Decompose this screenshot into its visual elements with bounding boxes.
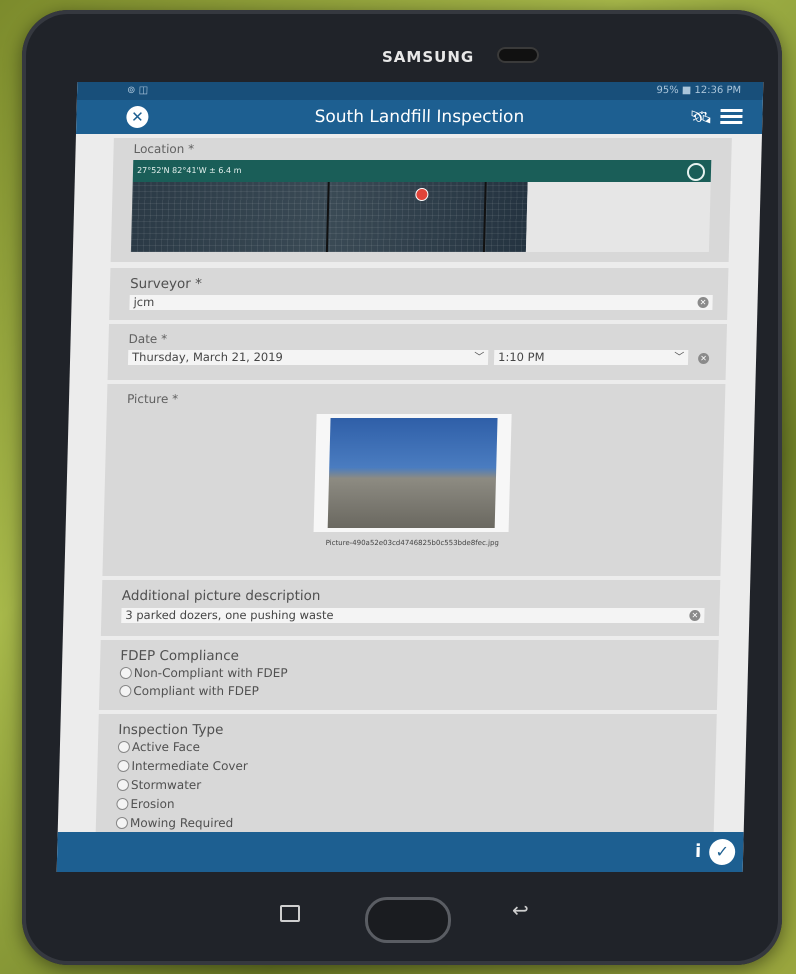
radio-option[interactable]: Active Face: [117, 740, 201, 754]
additional-description-section: Additional picture description 3 parked …: [100, 580, 721, 636]
radio-option-label: Active Face: [131, 740, 201, 754]
map-blank-area: [525, 182, 711, 252]
surveyor-section: Surveyor * jcm ✕: [109, 268, 729, 320]
chevron-down-icon: ﹀: [673, 352, 685, 363]
radio-icon[interactable]: [116, 779, 130, 791]
survey-form: Location * 27°52'N 82°41'W ± 6.4 m Surve…: [95, 134, 732, 854]
bottom-bar: i ✓: [56, 832, 744, 872]
date-section: Date * Thursday, March 21, 2019 ﹀ 1:10 P…: [107, 324, 728, 380]
radio-option-label: Mowing Required: [129, 816, 234, 830]
page-title: South Landfill Inspection: [314, 107, 525, 127]
title-bar: ✕ South Landfill Inspection 🛰: [75, 100, 763, 134]
back-icon[interactable]: ↩: [512, 898, 529, 922]
fdep-compliance-section: FDEP Compliance Non-Compliant with FDEP …: [98, 640, 719, 710]
picture-label: Picture *: [126, 392, 179, 406]
checkmark-icon[interactable]: ✓: [708, 839, 736, 865]
status-right-text: 95% ■ 12:36 PM: [656, 85, 742, 96]
radio-option-label: Intermediate Cover: [131, 759, 248, 773]
radio-option-label: Non-Compliant with FDEP: [133, 666, 288, 680]
radio-option[interactable]: Erosion: [116, 797, 175, 811]
picture-filename: Picture-490a52e03cd4746825b0c553bde8fec.…: [325, 539, 500, 547]
date-value: Thursday, March 21, 2019: [131, 350, 284, 364]
surveyor-input[interactable]: jcm ✕: [129, 295, 713, 310]
inspection-type-label: Inspection Type: [118, 722, 224, 738]
brand-logo: SAMSUNG: [382, 48, 475, 66]
picture-thumbnail[interactable]: [313, 414, 512, 532]
radio-option[interactable]: Compliant with FDEP: [119, 684, 259, 698]
clear-icon[interactable]: ✕: [697, 297, 709, 308]
satellite-icon[interactable]: 🛰: [689, 107, 712, 128]
date-select[interactable]: Thursday, March 21, 2019 ﹀: [127, 350, 489, 365]
app-screen: ⊚ ◫ 95% ■ 12:36 PM ✕ South Landfill Insp…: [56, 82, 764, 872]
gps-target-icon[interactable]: [686, 163, 706, 181]
radio-icon[interactable]: [117, 741, 131, 753]
radio-icon[interactable]: [115, 817, 129, 829]
radio-option[interactable]: Mowing Required: [115, 816, 234, 830]
time-select[interactable]: 1:10 PM ﹀: [493, 350, 689, 365]
menu-icon[interactable]: [720, 109, 743, 125]
camera-icon: [497, 47, 539, 63]
additional-description-label: Additional picture description: [121, 588, 321, 604]
location-coordinates-bar: 27°52'N 82°41'W ± 6.4 m: [132, 160, 712, 182]
clear-icon[interactable]: ✕: [689, 610, 701, 621]
picture-section: Picture * Picture-490a52e03cd4746825b0c5…: [102, 384, 726, 576]
radio-icon[interactable]: [119, 685, 132, 697]
radio-icon[interactable]: [117, 760, 130, 772]
additional-description-value: 3 parked dozers, one pushing waste: [125, 608, 334, 622]
radio-option[interactable]: Intermediate Cover: [117, 759, 248, 773]
landfill-photo: [327, 418, 498, 528]
radio-option-label: Erosion: [130, 797, 175, 811]
map-divider: [482, 182, 487, 252]
location-section: Location * 27°52'N 82°41'W ± 6.4 m: [110, 138, 732, 262]
date-label: Date *: [128, 332, 168, 346]
radio-icon[interactable]: [116, 798, 129, 810]
location-coordinates: 27°52'N 82°41'W ± 6.4 m: [136, 166, 242, 175]
radio-option-label: Stormwater: [130, 778, 202, 792]
status-bar: ⊚ ◫ 95% ■ 12:36 PM: [76, 82, 764, 100]
map-pin-icon: [415, 188, 429, 201]
additional-description-input[interactable]: 3 parked dozers, one pushing waste ✕: [121, 608, 705, 623]
map-divider: [325, 182, 330, 252]
info-icon[interactable]: i: [695, 841, 702, 862]
chevron-down-icon: ﹀: [473, 352, 485, 363]
radio-option[interactable]: Non-Compliant with FDEP: [119, 666, 288, 680]
fdep-compliance-label: FDEP Compliance: [120, 648, 240, 664]
clear-icon[interactable]: ✕: [697, 353, 710, 364]
radio-icon[interactable]: [119, 667, 133, 679]
surveyor-label: Surveyor *: [129, 276, 203, 292]
surveyor-value: jcm: [133, 295, 155, 309]
location-label: Location *: [133, 142, 195, 156]
radio-option[interactable]: Stormwater: [116, 778, 202, 792]
location-map[interactable]: [130, 182, 528, 252]
status-left-icons: ⊚ ◫: [126, 85, 149, 96]
time-value: 1:10 PM: [497, 350, 545, 364]
radio-option-label: Compliant with FDEP: [133, 684, 260, 698]
home-button[interactable]: [365, 897, 451, 943]
recent-apps-icon[interactable]: [280, 905, 300, 922]
